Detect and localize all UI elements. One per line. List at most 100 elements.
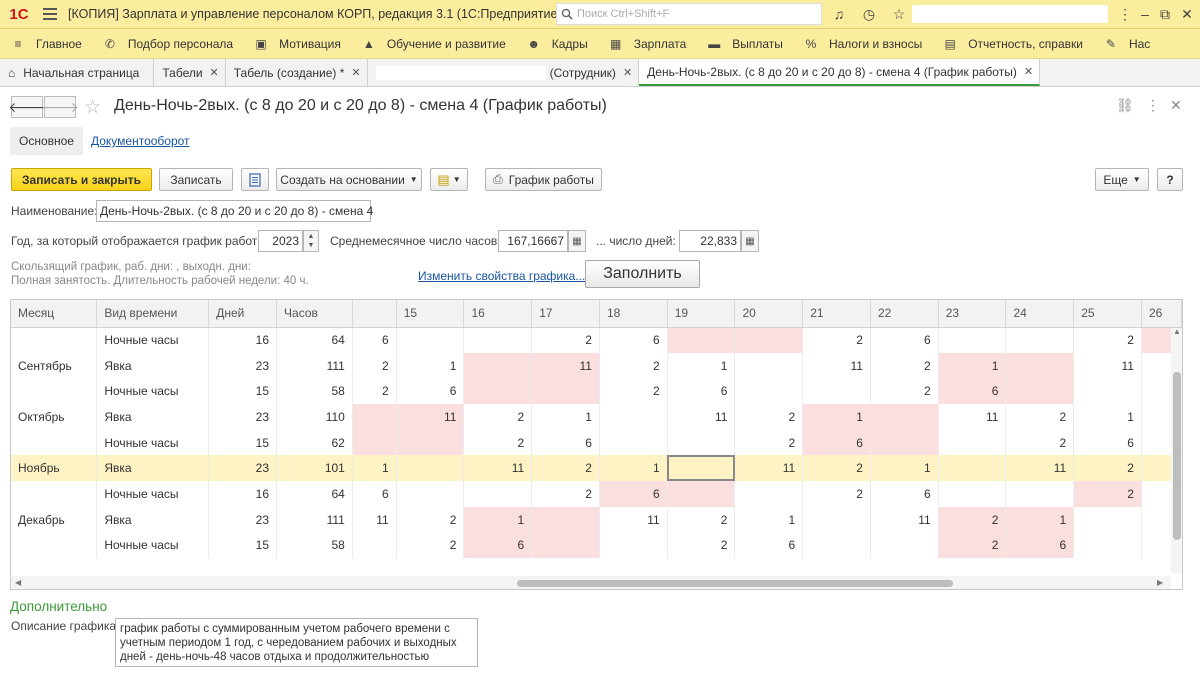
grid-header-cell[interactable]: 17 [531,300,600,328]
print-menu-button[interactable]: ▤ ▼ [430,168,468,191]
day-cell[interactable] [396,429,465,456]
table-row[interactable]: Октябрь Явка 23 110 11 2 1 11 2 1 11 2 1 [11,404,1182,430]
day-cell[interactable] [734,327,804,353]
table-row[interactable]: Ночные часы 16 64 6 2 6 2 6 2 [11,327,1182,353]
month-cell[interactable] [11,327,98,353]
scroll-up-icon[interactable]: ▲ [1173,327,1181,336]
day-cell[interactable]: 2 [734,429,804,456]
grid-header-cell[interactable]: 18 [599,300,668,328]
day-cell[interactable] [599,429,668,456]
day-cell[interactable]: 2 [802,455,871,482]
menu-item-8[interactable]: ▤ Отчетность, справки [932,29,1093,58]
menu-item-9[interactable]: ✎ Нас [1093,29,1160,58]
time-kind-cell[interactable]: Явка [96,352,210,379]
day-cell[interactable] [667,481,736,507]
window-tab-1[interactable]: Табели ✕ [154,59,226,86]
day-cell[interactable]: 2 [1005,429,1075,456]
day-cell[interactable]: 2 [531,327,600,353]
day-cell[interactable]: 11 [599,506,668,533]
day-cell[interactable] [802,506,871,533]
day-cell[interactable]: 6 [802,429,871,456]
day-cell[interactable]: 6 [870,327,939,353]
grid-header-cell[interactable] [352,300,397,328]
help-button[interactable]: ? [1157,168,1183,191]
hours-cell[interactable]: 64 [276,327,353,353]
menu-item-3[interactable]: ▲ Обучение и развитие [351,29,516,58]
days-cell[interactable]: 23 [208,404,278,430]
hours-cell[interactable]: 101 [276,455,353,482]
grid-header-cell[interactable]: 24 [1005,300,1075,328]
day-cell[interactable]: 6 [870,481,939,507]
menu-item-4[interactable]: ☻ Кадры [516,29,598,58]
day-cell[interactable]: 11 [396,404,465,430]
grid-header-cell[interactable]: 25 [1073,300,1142,328]
hours-cell[interactable]: 64 [276,481,353,507]
day-cell[interactable]: 1 [734,506,804,533]
hours-cell[interactable]: 58 [276,378,353,405]
days-cell[interactable]: 23 [208,352,278,379]
days-cell[interactable]: 15 [208,429,278,456]
month-cell[interactable]: Октябрь [11,404,98,430]
day-cell[interactable] [667,429,736,456]
hours-cell[interactable]: 62 [276,429,353,456]
name-field[interactable]: День-Ночь-2вых. (с 8 до 20 и с 20 до 8) … [96,200,373,222]
day-cell[interactable]: 2 [396,532,465,559]
days-cell[interactable]: 16 [208,327,278,353]
day-cell[interactable]: 1 [352,455,397,482]
day-cell[interactable]: 2 [1073,327,1142,353]
menu-item-0[interactable]: ≡ Главное [0,29,92,58]
day-cell[interactable] [463,327,533,353]
grid-header-cell[interactable]: 26 [1141,300,1182,328]
day-cell[interactable] [599,404,668,430]
day-cell[interactable] [531,532,600,559]
days-cell[interactable]: 23 [208,506,278,533]
more-icon[interactable]: ⋮ [1116,5,1134,23]
time-kind-cell[interactable]: Ночные часы [96,481,210,507]
grid-header-cell[interactable]: 20 [734,300,804,328]
year-field[interactable]: 2023 [258,230,303,252]
grid-header-cell[interactable]: Вид времени [96,300,210,328]
day-cell[interactable] [396,455,465,482]
table-row[interactable]: Ночные часы 16 64 6 2 6 2 6 2 [11,481,1182,507]
day-cell[interactable]: 1 [1005,506,1075,533]
hours-cell[interactable]: 111 [276,352,353,379]
day-cell[interactable] [870,532,939,559]
day-cell[interactable] [938,455,1007,482]
day-cell[interactable]: 1 [599,455,668,482]
day-cell[interactable]: 6 [599,481,668,507]
forward-button[interactable]: 🡒 [41,96,79,118]
day-cell[interactable]: 11 [1073,352,1142,379]
days-field[interactable]: 22,833 [679,230,741,252]
restore-icon[interactable]: ⧉ [1156,5,1174,23]
vertical-scrollbar[interactable]: ▲ [1171,327,1182,573]
day-cell[interactable] [599,532,668,559]
day-cell[interactable] [396,327,465,353]
day-cell[interactable] [938,327,1007,353]
month-cell[interactable]: Декабрь [11,506,98,533]
day-cell[interactable] [1073,506,1142,533]
day-cell[interactable]: 11 [352,506,397,533]
day-cell[interactable] [734,352,804,379]
grid-header-cell[interactable]: Дней [208,300,278,328]
month-cell[interactable]: Сентябрь [11,352,98,379]
day-cell[interactable]: 2 [531,455,600,482]
days-cell[interactable]: 23 [208,455,278,482]
window-tab-2[interactable]: Табель (создание) * ✕ [225,59,368,86]
avg-hours-field[interactable]: 167,16667 [498,230,568,252]
day-cell[interactable]: 2 [870,352,939,379]
month-cell[interactable]: Ноябрь [11,455,98,482]
vertical-scroll-thumb[interactable] [1173,372,1181,540]
day-cell[interactable] [667,455,736,482]
day-cell[interactable]: 11 [1005,455,1075,482]
schedule-print-button[interactable]: ⎙ График работы [485,168,602,191]
day-cell[interactable]: 6 [734,532,804,559]
grid-header-cell[interactable]: Часов [276,300,353,328]
create-based-on-button[interactable]: Создать на основании ▼ [276,168,422,191]
tab-close-icon[interactable]: ✕ [1024,65,1033,78]
day-cell[interactable]: 1 [396,352,465,379]
save-button[interactable]: Записать [159,168,233,191]
calculator-icon[interactable]: ▦ [568,230,586,252]
hours-cell[interactable]: 110 [276,404,353,430]
window-tab-0[interactable]: ⌂ Начальная страница [0,59,155,86]
window-tab-3[interactable]: (Сотрудник) ✕ [367,59,640,86]
